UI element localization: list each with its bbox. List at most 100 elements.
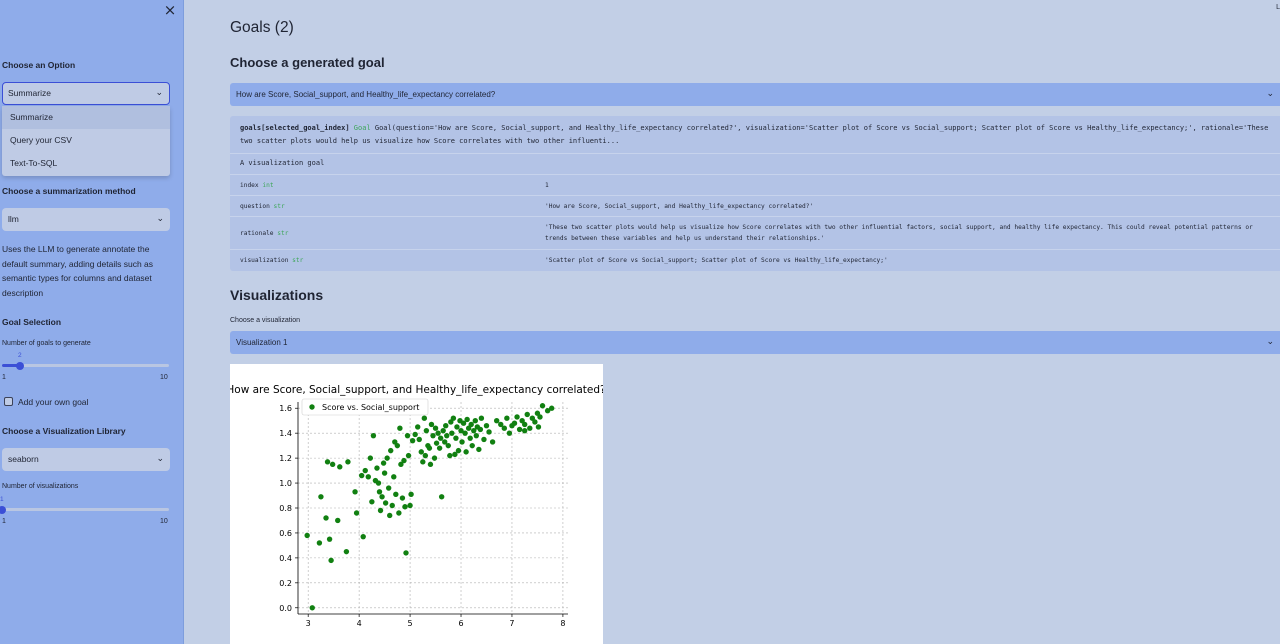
data-point — [486, 429, 492, 435]
data-point — [472, 418, 478, 424]
goal-field-row: visualization str 'Scatter plot of Score… — [230, 249, 1280, 270]
data-point — [445, 442, 451, 449]
data-point — [324, 459, 331, 465]
data-point — [370, 432, 377, 439]
field-type: str — [277, 229, 289, 237]
data-point — [360, 533, 366, 540]
option-select[interactable]: Summarize ⌄ — [2, 82, 170, 105]
summarization-description: Uses the LLM to generate annotate the de… — [2, 244, 154, 299]
summarization-select-value: llm — [8, 214, 19, 224]
slider-thumb[interactable] — [0, 505, 6, 514]
data-point — [328, 557, 334, 564]
visualizations-heading: Visualizations — [230, 287, 324, 303]
data-point — [399, 495, 406, 501]
data-point — [532, 419, 538, 425]
add-goal-checkbox[interactable] — [4, 397, 13, 406]
field-value: 'How are Score, Social_support, and Heal… — [545, 202, 814, 210]
num-viz-slider[interactable]: 1 — [0, 496, 169, 514]
data-point — [337, 464, 343, 470]
num-goals-slider[interactable]: 2 — [2, 352, 169, 370]
goal-field-row: question str 'How are Score, Social_supp… — [230, 195, 1280, 216]
data-point — [375, 480, 382, 486]
y-tick-label: 1.2 — [279, 454, 292, 463]
option-dropdown-menu: Summarize Query your CSV Text-To-SQL — [2, 106, 170, 176]
data-point — [462, 430, 468, 436]
data-point — [415, 424, 421, 430]
corner-mark: L — [1276, 4, 1280, 11]
data-point — [514, 414, 520, 420]
data-point — [384, 455, 390, 461]
viz-library-select[interactable]: seaborn ⌄ — [2, 448, 170, 471]
data-point — [483, 422, 490, 429]
data-point — [377, 507, 384, 514]
data-point — [365, 474, 372, 480]
data-point — [548, 405, 555, 411]
data-point — [478, 415, 485, 421]
data-point — [379, 494, 385, 500]
data-point — [468, 421, 474, 428]
close-icon[interactable]: × — [162, 2, 178, 18]
menu-item-text-to-sql[interactable]: Text-To-SQL — [2, 152, 170, 175]
data-point — [537, 414, 543, 420]
data-point — [382, 500, 389, 506]
data-point — [453, 435, 459, 441]
field-type: int — [262, 181, 274, 189]
data-point — [489, 439, 496, 445]
goal-var: goals[selected_goal_index] — [240, 124, 350, 132]
data-point — [527, 425, 533, 431]
data-point — [389, 502, 395, 509]
data-point — [426, 445, 433, 451]
data-point — [440, 427, 446, 434]
slider-value: 2 — [18, 352, 22, 359]
choose-option-label: Choose an Option — [2, 60, 76, 70]
data-point — [423, 427, 430, 434]
chevron-down-icon: ⌄ — [155, 88, 163, 98]
data-point — [385, 485, 392, 491]
data-point — [473, 432, 480, 439]
data-point — [504, 415, 510, 421]
x-tick-label: 3 — [306, 619, 311, 628]
viz-select[interactable]: Visualization 1 ⌄ — [230, 331, 1280, 354]
x-tick-label: 4 — [357, 619, 362, 628]
data-point — [432, 425, 439, 431]
data-point — [386, 512, 393, 519]
chevron-down-icon: ⌄ — [156, 214, 164, 224]
data-point — [329, 461, 336, 468]
data-point — [444, 432, 450, 439]
slider-value: 1 — [0, 496, 4, 503]
data-point — [407, 502, 413, 509]
choose-viz-label: Choose a visualization — [230, 317, 301, 324]
data-point — [416, 436, 422, 443]
goal-repr: Goal(question='How are Score, Social_sup… — [240, 124, 1269, 145]
data-point — [358, 472, 365, 479]
data-point — [437, 435, 444, 441]
menu-item-summarize[interactable]: Summarize — [2, 106, 170, 129]
x-tick-label: 6 — [458, 619, 463, 628]
field-key: question — [240, 202, 270, 210]
data-point — [443, 422, 449, 429]
summarization-select[interactable]: llm ⌄ — [2, 208, 170, 231]
data-point — [467, 435, 473, 441]
data-point — [449, 430, 455, 436]
option-select-value: Summarize — [8, 88, 51, 98]
field-type: str — [292, 256, 304, 264]
data-point — [353, 510, 360, 516]
data-point — [516, 426, 523, 433]
goal-select[interactable]: How are Score, Social_support, and Healt… — [230, 83, 1280, 106]
goal-selection-label: Goal Selection — [2, 317, 62, 327]
legend-label: Score vs. Social_support — [322, 403, 419, 412]
y-tick-label: 1.0 — [279, 479, 292, 488]
data-point — [459, 439, 465, 445]
goal-subtitle: A visualization goal — [240, 159, 325, 167]
data-point — [428, 421, 435, 428]
data-point — [477, 426, 484, 433]
data-point — [521, 421, 528, 428]
menu-item-query-csv[interactable]: Query your CSV — [2, 129, 170, 152]
data-point — [506, 430, 513, 436]
data-point — [511, 420, 518, 426]
data-point — [422, 452, 429, 459]
slider-thumb[interactable] — [16, 361, 24, 370]
data-point — [397, 425, 403, 431]
data-point — [394, 442, 401, 449]
field-type: str — [273, 202, 285, 210]
